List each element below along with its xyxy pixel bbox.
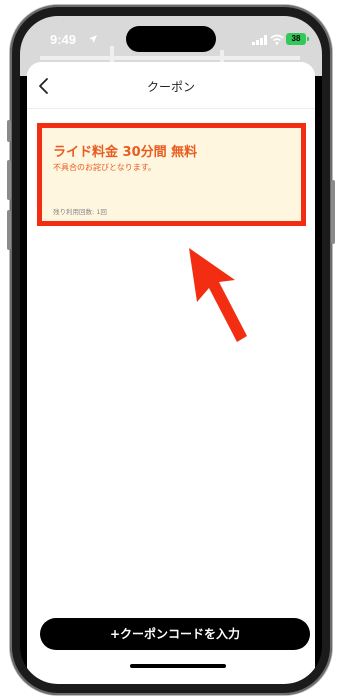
power-button	[331, 180, 335, 244]
coupon-sheet: クーポン ライド料金 30分間 無料 不具合のお詫びとなります。 残り利用回数:…	[27, 62, 315, 684]
phone-screen: 9:49 38 クーポン ライド料金 30分間 無料 不具合のお詫びとなります。…	[20, 16, 322, 684]
silent-switch	[7, 120, 11, 142]
status-bar: 9:49 38	[20, 16, 322, 62]
volume-down-button	[7, 210, 11, 250]
battery-tip	[307, 37, 309, 41]
status-time: 9:49	[50, 32, 77, 47]
red-arrow-icon	[189, 248, 247, 342]
highlight-box	[37, 123, 306, 226]
add-coupon-code-button[interactable]: +クーポンコードを入力	[40, 618, 310, 650]
location-arrow-icon	[89, 35, 97, 43]
header-divider	[27, 108, 315, 109]
page-title: クーポン	[146, 80, 195, 94]
home-indicator	[130, 664, 226, 668]
battery-icon: 38	[286, 33, 306, 45]
volume-up-button	[7, 160, 11, 200]
wifi-icon	[270, 34, 284, 45]
dynamic-island	[126, 26, 216, 52]
signal-icon	[252, 35, 267, 45]
